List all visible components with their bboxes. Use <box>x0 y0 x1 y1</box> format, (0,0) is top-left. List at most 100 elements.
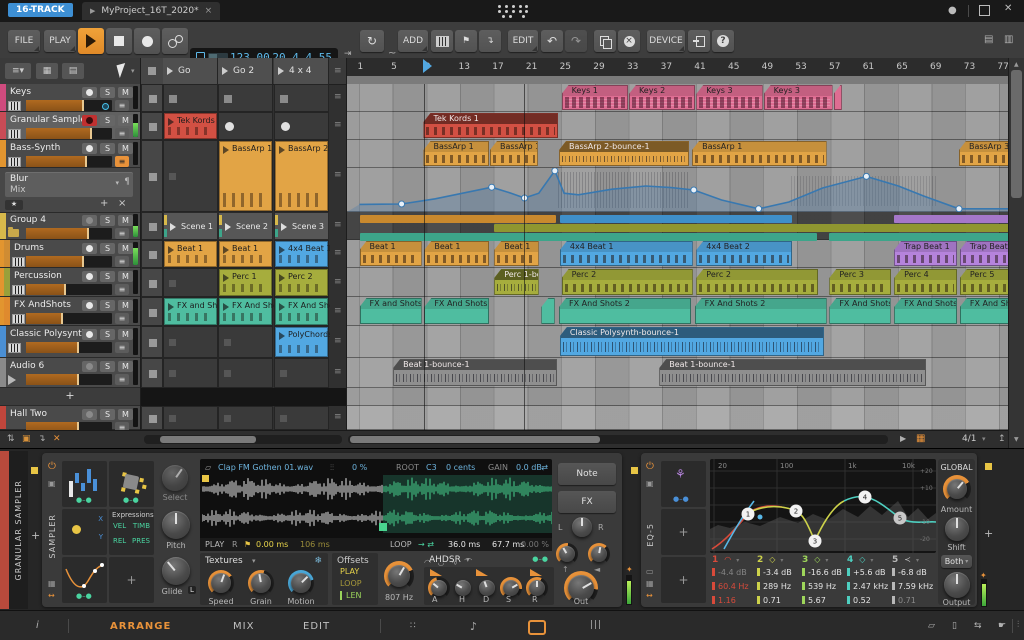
io-routing-icon[interactable]: ⇆ <box>974 621 982 631</box>
pan-knob[interactable] <box>572 517 592 537</box>
modulator-curve[interactable]: ●–● <box>62 557 107 603</box>
track-menu-button[interactable]: ≡ <box>115 342 129 353</box>
eq-band-value[interactable]: 7.59 kHz <box>892 582 935 591</box>
clip-slot[interactable]: Tek Kords 1 <box>163 112 219 140</box>
track-menu-button[interactable]: ≡ <box>115 284 129 295</box>
mute-button[interactable]: M <box>118 409 133 420</box>
env-label[interactable]: AHDSR <box>429 555 461 565</box>
track-row[interactable]: Drums S M ≡ <box>0 240 140 268</box>
scroll-up-icon[interactable]: ▲ <box>1014 61 1019 68</box>
arrange-view-tab[interactable]: ARRANGE <box>110 621 171 632</box>
track-row[interactable]: Audio 6 S M ≡ <box>0 358 140 388</box>
loop-start-handle[interactable] <box>379 523 387 531</box>
automation-point[interactable] <box>862 172 870 180</box>
track-stop-button[interactable] <box>141 112 163 140</box>
mute-button[interactable]: M <box>118 243 133 254</box>
arranger-clip[interactable]: Beat 1 <box>424 241 489 266</box>
sample-start-handle[interactable] <box>202 475 209 482</box>
vscroll-thumb[interactable] <box>1011 70 1022 198</box>
loop-button[interactable]: ↻ <box>360 30 384 52</box>
launcher-clip[interactable]: Beat 1 <box>219 241 272 267</box>
track-menu-icon[interactable]: ≡▾ <box>5 63 31 79</box>
eq-graph[interactable]: 20 100 1k 10k +20 +10 -10 -20 1 2 3 4 5 <box>710 459 936 553</box>
offset-play[interactable]: PLAY <box>340 567 359 576</box>
track-menu-button[interactable]: ≡ <box>115 374 129 385</box>
cancel-button[interactable]: × <box>618 30 640 52</box>
env-dropdown-icon[interactable]: ▾ <box>466 556 470 564</box>
track-stop-button[interactable] <box>141 240 163 268</box>
track-stop-button[interactable] <box>141 326 163 358</box>
track-stop-button[interactable] <box>141 297 163 326</box>
eq-band-value[interactable]: -6.8 dB <box>892 568 935 577</box>
solo-button[interactable]: S <box>100 300 115 311</box>
sample-folder-icon[interactable]: ▱ <box>205 463 211 472</box>
device-preset-icon[interactable]: ▣ <box>646 479 654 488</box>
arranger-clip[interactable]: BassArp 3 <box>959 141 1009 166</box>
clip-slot[interactable] <box>274 358 329 388</box>
panel-toggle-right-icon[interactable]: ▥ <box>1004 34 1013 45</box>
eq-band-value[interactable]: 289 Hz <box>757 582 800 591</box>
automation-param-box[interactable]: Blur Mix ▾ ¶ <box>5 172 133 197</box>
record-arm-button[interactable] <box>82 243 97 254</box>
length-value[interactable]: 106 ms <box>300 540 330 549</box>
track-stop-button[interactable] <box>141 268 163 297</box>
track-stop-button[interactable] <box>141 84 163 112</box>
pin-icon[interactable]: ¶ <box>124 177 130 187</box>
list-view-icon[interactable]: ▤ <box>62 63 84 79</box>
record-arm-button[interactable] <box>82 329 97 340</box>
arranger-clip[interactable]: Keys 2 <box>628 85 696 110</box>
solo-button[interactable]: S <box>100 215 115 226</box>
eq-band-selector[interactable]: 4 ◇ ▾ <box>847 555 890 565</box>
arranger-clip[interactable]: Perc 5 <box>959 269 1009 295</box>
track-row[interactable]: Granular Sampler S M ≡ <box>0 112 140 140</box>
mute-button[interactable]: M <box>118 215 133 226</box>
grain-knob[interactable] <box>248 570 274 596</box>
arranger-clip[interactable]: Perc 1-bounc <box>494 269 539 295</box>
eq-band-value[interactable]: 5.67 <box>802 596 845 605</box>
record-arm-button[interactable] <box>82 271 97 282</box>
arranger-clip[interactable]: FX and Shots 1 <box>359 298 422 324</box>
pointer-tool-icon[interactable] <box>116 63 129 78</box>
bounce-icon[interactable]: ▦ <box>916 433 925 444</box>
add-modulator-button[interactable]: + <box>661 557 706 603</box>
send-knob-1[interactable] <box>556 543 578 565</box>
record-arm-button[interactable] <box>82 215 97 226</box>
volume-slider[interactable] <box>26 156 112 167</box>
keytrack-icon[interactable]: ⫶⫶ <box>330 463 334 473</box>
copy-button[interactable] <box>594 30 616 52</box>
arranger-clip[interactable]: FX And Shots 2 <box>694 298 827 324</box>
solo-button[interactable]: S <box>100 243 115 254</box>
automation-point[interactable] <box>398 200 406 208</box>
device-menu-button[interactable]: DEVICE <box>647 30 685 52</box>
record-arm-button[interactable] <box>82 87 97 98</box>
arranger-clip[interactable]: Trap Beat 2 <box>959 241 1009 266</box>
automation-curve[interactable] <box>347 168 1009 212</box>
info-icon[interactable]: i <box>36 620 39 631</box>
mute-button[interactable]: M <box>118 87 133 98</box>
device-preset-icon[interactable]: ▣ <box>48 479 56 488</box>
track-row[interactable]: Hall Two S M ≡ <box>0 406 140 430</box>
clip-slot[interactable] <box>163 140 218 212</box>
textures-dropdown-icon[interactable]: ▾ <box>252 557 256 565</box>
piano-keyboard-icon[interactable]: ⫶ <box>1017 620 1020 630</box>
browser-icon[interactable]: ▱ <box>928 621 935 631</box>
device-eq5[interactable]: ⏻ ▣ EQ-5 ▭ ▦ ↔ ⚘ ●–● + + 20 100 1k 10k +… <box>641 453 977 607</box>
arranger-clip[interactable]: Keys 1 <box>561 85 628 110</box>
select-knob[interactable] <box>162 465 188 491</box>
redo-button[interactable]: ↷ <box>565 30 587 52</box>
arranger-clip[interactable]: Perc 2 <box>561 269 693 295</box>
play-button[interactable] <box>78 28 104 54</box>
motion-knob[interactable] <box>288 570 314 596</box>
device-grid-icon[interactable]: ▦ <box>48 579 56 588</box>
modulator-steps[interactable]: ●–● <box>62 461 107 507</box>
mixer-toggle-icon[interactable]: ||| <box>590 620 602 630</box>
eq-band-value[interactable]: 2.47 kHz <box>847 582 890 591</box>
mute-button[interactable]: M <box>118 329 133 340</box>
arranger-clip[interactable]: FX And Shots 3 <box>894 298 958 324</box>
track-stop-button[interactable] <box>141 140 163 212</box>
eq-band-value[interactable]: 0.71 <box>892 596 935 605</box>
launcher-clip[interactable]: FX and Sho… <box>164 298 219 325</box>
scene-header-2[interactable]: Go 2 <box>218 58 273 84</box>
clip-slot[interactable]: Beat 1 <box>218 240 273 268</box>
glide-knob[interactable] <box>162 557 190 585</box>
